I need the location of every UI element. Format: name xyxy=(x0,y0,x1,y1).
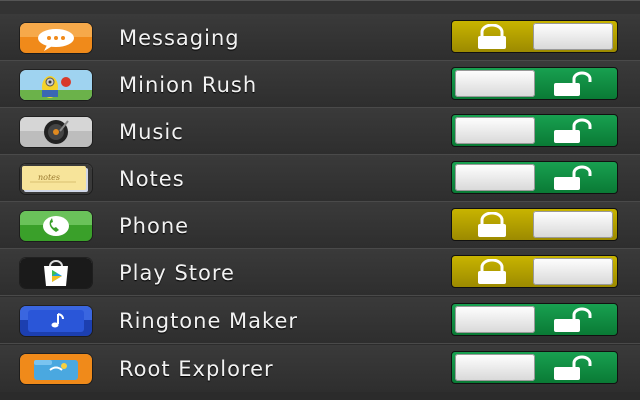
app-label: Ringtone Maker xyxy=(119,309,299,333)
lock-closed-icon xyxy=(472,212,512,239)
lock-toggle[interactable] xyxy=(451,161,618,194)
lock-open-icon xyxy=(552,165,592,192)
minion-rush-icon xyxy=(20,70,92,100)
music-icon xyxy=(20,117,92,147)
app-label: Phone xyxy=(119,214,190,238)
app-label: Play Store xyxy=(119,261,235,285)
app-lock-list: Messaging Minion Rush Music notes Notes … xyxy=(0,0,640,400)
app-row-phone[interactable]: Phone xyxy=(0,202,640,249)
app-row-minion-rush[interactable]: Minion Rush xyxy=(0,61,640,108)
app-label: Messaging xyxy=(119,26,240,50)
lock-toggle[interactable] xyxy=(451,20,618,53)
lock-toggle[interactable] xyxy=(451,208,618,241)
app-row-ringtone-maker[interactable]: Ringtone Maker xyxy=(0,297,640,344)
phone-icon xyxy=(20,211,92,241)
app-row-play-store[interactable]: Play Store xyxy=(0,249,640,296)
lock-toggle[interactable] xyxy=(451,255,618,288)
app-label: Minion Rush xyxy=(119,73,258,97)
toggle-knob[interactable] xyxy=(533,258,613,285)
lock-toggle[interactable] xyxy=(451,303,618,336)
lock-open-icon xyxy=(552,355,592,382)
app-label: Music xyxy=(119,120,184,144)
toggle-knob[interactable] xyxy=(455,354,535,381)
lock-open-icon xyxy=(552,307,592,334)
toggle-knob[interactable] xyxy=(455,70,535,97)
toggle-knob[interactable] xyxy=(455,164,535,191)
messaging-icon xyxy=(20,23,92,53)
toggle-knob[interactable] xyxy=(455,117,535,144)
toggle-knob[interactable] xyxy=(533,23,613,50)
play-store-icon xyxy=(20,258,92,288)
lock-open-icon xyxy=(552,118,592,145)
svg-text:notes: notes xyxy=(38,173,60,182)
toggle-knob[interactable] xyxy=(533,211,613,238)
app-row-music[interactable]: Music xyxy=(0,108,640,155)
lock-open-icon xyxy=(552,71,592,98)
app-label: Notes xyxy=(119,167,185,191)
lock-toggle[interactable] xyxy=(451,351,618,384)
toggle-knob[interactable] xyxy=(455,306,535,333)
app-row-notes[interactable]: notes Notes xyxy=(0,155,640,202)
app-row-messaging[interactable]: Messaging xyxy=(0,14,640,61)
app-row-root-explorer[interactable]: Root Explorer xyxy=(0,345,640,392)
lock-closed-icon xyxy=(472,24,512,51)
app-label: Root Explorer xyxy=(119,357,274,381)
notes-icon: notes xyxy=(20,164,92,194)
lock-closed-icon xyxy=(472,259,512,286)
root-explorer-icon xyxy=(20,354,92,384)
ringtone-maker-icon xyxy=(20,306,92,336)
lock-toggle[interactable] xyxy=(451,114,618,147)
lock-toggle[interactable] xyxy=(451,67,618,100)
